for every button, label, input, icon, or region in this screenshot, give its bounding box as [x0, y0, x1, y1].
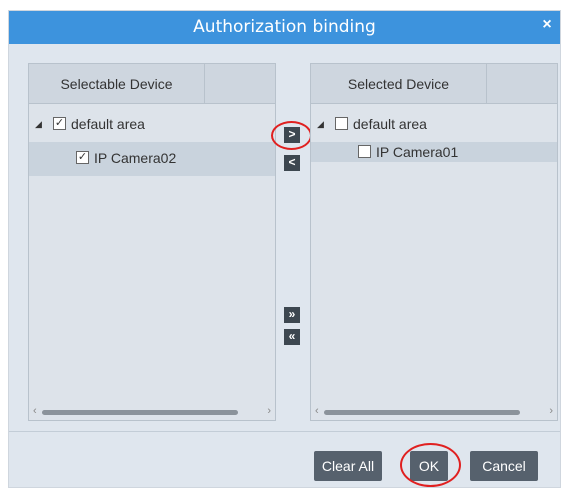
selected-device-panel: Selected Device ◢ default area IP Camera… — [310, 63, 558, 421]
authorization-dialog: Authorization binding × Selectable Devic… — [8, 10, 561, 488]
tree-item-default-area[interactable]: ◢ ✓ default area — [29, 108, 275, 142]
selected-device-header: Selected Device — [311, 64, 557, 104]
tree-item-ip-camera02[interactable]: ✓ IP Camera02 — [29, 142, 275, 176]
selectable-device-header: Selectable Device — [29, 64, 275, 104]
dialog-titlebar: Authorization binding × — [9, 11, 560, 44]
tree-item-label: default area — [353, 116, 427, 132]
cancel-button[interactable]: Cancel — [470, 451, 538, 481]
scroll-left-icon[interactable]: ‹ — [33, 405, 37, 417]
tree-item-default-area[interactable]: ◢ default area — [311, 108, 557, 142]
triangle-down-icon[interactable]: ◢ — [317, 119, 324, 130]
tree-item-label: default area — [71, 116, 145, 132]
scroll-left-icon[interactable]: ‹ — [315, 405, 319, 417]
checkbox-icon[interactable]: ✓ — [76, 151, 89, 164]
checkbox-icon[interactable]: ✓ — [53, 117, 66, 130]
checkbox-icon[interactable] — [335, 117, 348, 130]
tree-item-ip-camera01[interactable]: IP Camera01 — [311, 142, 557, 162]
horizontal-scrollbar[interactable]: ‹ › — [312, 405, 556, 419]
highlight-ring — [271, 121, 312, 150]
dialog-title: Authorization binding — [193, 17, 376, 37]
scroll-right-icon[interactable]: › — [549, 405, 553, 417]
move-all-right-button[interactable]: » — [284, 307, 300, 323]
move-left-button[interactable]: < — [284, 155, 300, 171]
close-icon[interactable]: × — [538, 16, 556, 34]
selected-device-title: Selected Device — [311, 64, 487, 104]
horizontal-scrollbar[interactable]: ‹ › — [30, 405, 274, 419]
tree-item-label: IP Camera02 — [94, 150, 177, 166]
move-all-left-button[interactable]: « — [284, 329, 300, 345]
scrollbar-thumb[interactable] — [42, 410, 238, 415]
selectable-device-panel: Selectable Device ◢ ✓ default area ✓ IP … — [28, 63, 276, 421]
highlight-ring — [400, 443, 461, 487]
scrollbar-thumb[interactable] — [324, 410, 520, 415]
clear-all-button[interactable]: Clear All — [314, 451, 382, 481]
footer-divider — [9, 431, 560, 432]
tree-item-label: IP Camera01 — [376, 144, 459, 160]
checkbox-icon[interactable] — [358, 145, 371, 158]
scroll-right-icon[interactable]: › — [267, 405, 271, 417]
selectable-device-title: Selectable Device — [29, 64, 205, 104]
triangle-down-icon[interactable]: ◢ — [35, 119, 42, 130]
